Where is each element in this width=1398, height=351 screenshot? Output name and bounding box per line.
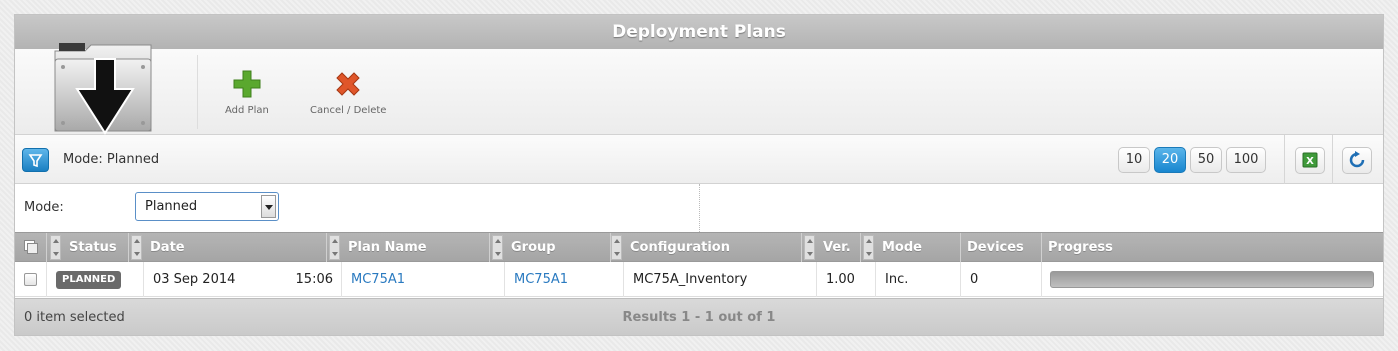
column-header-plan-name[interactable]: Plan Name [342,233,490,262]
toolbar: Add Plan Cancel / Delete [15,43,1383,135]
column-header-version[interactable]: Ver. [817,233,861,262]
grid-footer: 0 item selected Results 1 - 1 out of 1 [15,298,1383,335]
group-link[interactable]: MC75A1 [514,272,568,287]
mode-select[interactable]: Planned [135,192,279,221]
version-cell: 1.00 [817,262,876,297]
filter-funnel-icon [28,154,43,168]
status-badge: PLANNED [56,270,122,289]
mode-summary: Mode: Planned [63,152,160,167]
results-summary: Results 1 - 1 out of 1 [622,310,776,325]
cancel-delete-label: Cancel / Delete [310,105,387,116]
refresh-icon [1349,151,1365,168]
cancel-delete-button[interactable]: Cancel / Delete [310,69,386,116]
sort-handle[interactable] [804,235,815,260]
sort-handle[interactable] [863,235,874,260]
divider [1332,135,1333,184]
filter-bar: Mode: Planned 10 20 50 100 X [15,135,1383,184]
column-header-devices[interactable]: Devices [961,233,1042,262]
column-header-group[interactable]: Group [505,233,611,262]
toolbar-divider [197,55,198,129]
filter-toggle-button[interactable] [22,148,49,172]
date-cell: 03 Sep 2014 15:06 [144,262,342,297]
deployment-plans-panel: Deployment Plans Add Plan Cancel / Delet… [14,14,1384,336]
row-checkbox[interactable] [24,273,37,286]
page-size-50[interactable]: 50 [1190,147,1222,173]
select-all-header[interactable] [15,233,47,262]
export-excel-button[interactable]: X [1295,147,1325,174]
column-header-status[interactable]: Status [63,233,129,262]
status-cell: PLANNED [47,262,144,297]
chevron-down-icon[interactable] [261,195,276,218]
column-header-progress[interactable]: Progress [1042,233,1383,262]
group-cell: MC75A1 [505,262,624,297]
page-size-100[interactable]: 100 [1226,147,1266,173]
table-row[interactable]: PLANNED 03 Sep 2014 15:06 MC75A1 MC75A1 … [15,262,1383,297]
divider [699,184,700,232]
progress-bar [1050,271,1374,288]
add-plan-button[interactable]: Add Plan [225,69,269,116]
page-size-10[interactable]: 10 [1118,147,1150,173]
sort-handle[interactable] [611,235,622,260]
devices-cell: 0 [961,262,1042,297]
row-select-cell [15,262,47,297]
page-size-20[interactable]: 20 [1154,147,1186,173]
column-header-configuration[interactable]: Configuration [624,233,802,262]
time-value: 15:06 [295,272,333,287]
configuration-cell: MC75A_Inventory [624,262,817,297]
red-x-icon [336,72,360,96]
download-folder-icon [54,43,152,135]
sort-handle[interactable] [492,235,503,260]
mode-filter-row: Mode: Planned [15,184,1383,232]
sort-handle[interactable] [50,235,61,260]
excel-export-icon: X [1302,152,1318,168]
mode-select-value: Planned [145,199,198,214]
column-header-date[interactable]: Date [144,233,327,262]
date-value: 03 Sep 2014 [153,272,236,287]
svg-text:X: X [1306,156,1314,167]
mode-filter-label: Mode: [24,200,64,215]
add-plan-label: Add Plan [225,105,269,116]
select-all-icon[interactable] [24,240,38,254]
plan-name-cell: MC75A1 [342,262,505,297]
plan-name-link[interactable]: MC75A1 [351,272,405,287]
page-title: Deployment Plans [15,15,1383,49]
mode-cell: Inc. [876,262,961,297]
green-plus-icon [233,70,261,98]
refresh-button[interactable] [1342,147,1372,174]
sort-handle[interactable] [329,235,340,260]
divider [1284,135,1285,184]
progress-cell [1042,262,1383,297]
grid-header: Status Date Plan Name Group Configuratio… [15,232,1383,262]
sort-handle[interactable] [131,235,142,260]
column-header-mode[interactable]: Mode [876,233,961,262]
